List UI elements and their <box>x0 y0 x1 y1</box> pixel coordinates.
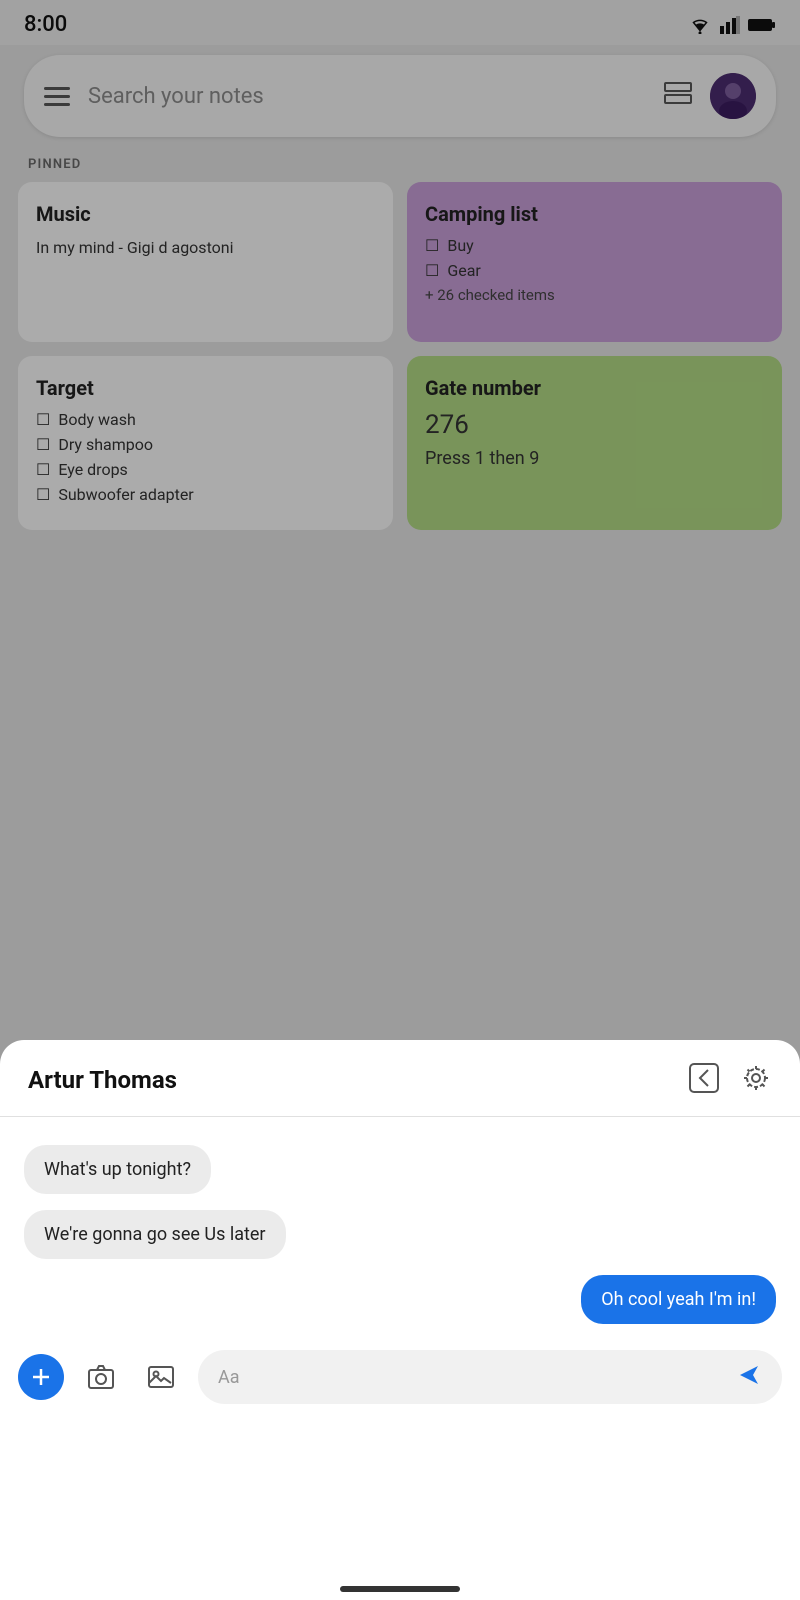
chat-header: Artur Thomas <box>0 1040 800 1117</box>
settings-icon[interactable] <box>740 1062 772 1098</box>
chat-panel: Artur Thomas What's up tonight? We're go… <box>0 1040 800 1600</box>
home-indicator <box>340 1586 460 1592</box>
msg-3: Oh cool yeah I'm in! <box>581 1275 776 1324</box>
chat-header-icons <box>688 1062 772 1098</box>
chat-name: Artur Thomas <box>28 1066 177 1094</box>
msg-2: We're gonna go see Us later <box>24 1210 286 1259</box>
image-button[interactable] <box>138 1354 184 1400</box>
msg-1: What's up tonight? <box>24 1145 211 1194</box>
chat-input-placeholder[interactable]: Aa <box>218 1367 240 1388</box>
chat-input-field[interactable]: Aa <box>198 1350 782 1404</box>
plus-button[interactable] <box>18 1354 64 1400</box>
chat-messages: What's up tonight? We're gonna go see Us… <box>0 1117 800 1340</box>
chat-input-row: Aa <box>0 1340 800 1428</box>
camera-button[interactable] <box>78 1354 124 1400</box>
back-icon[interactable] <box>688 1062 720 1098</box>
send-icon[interactable] <box>736 1362 762 1392</box>
